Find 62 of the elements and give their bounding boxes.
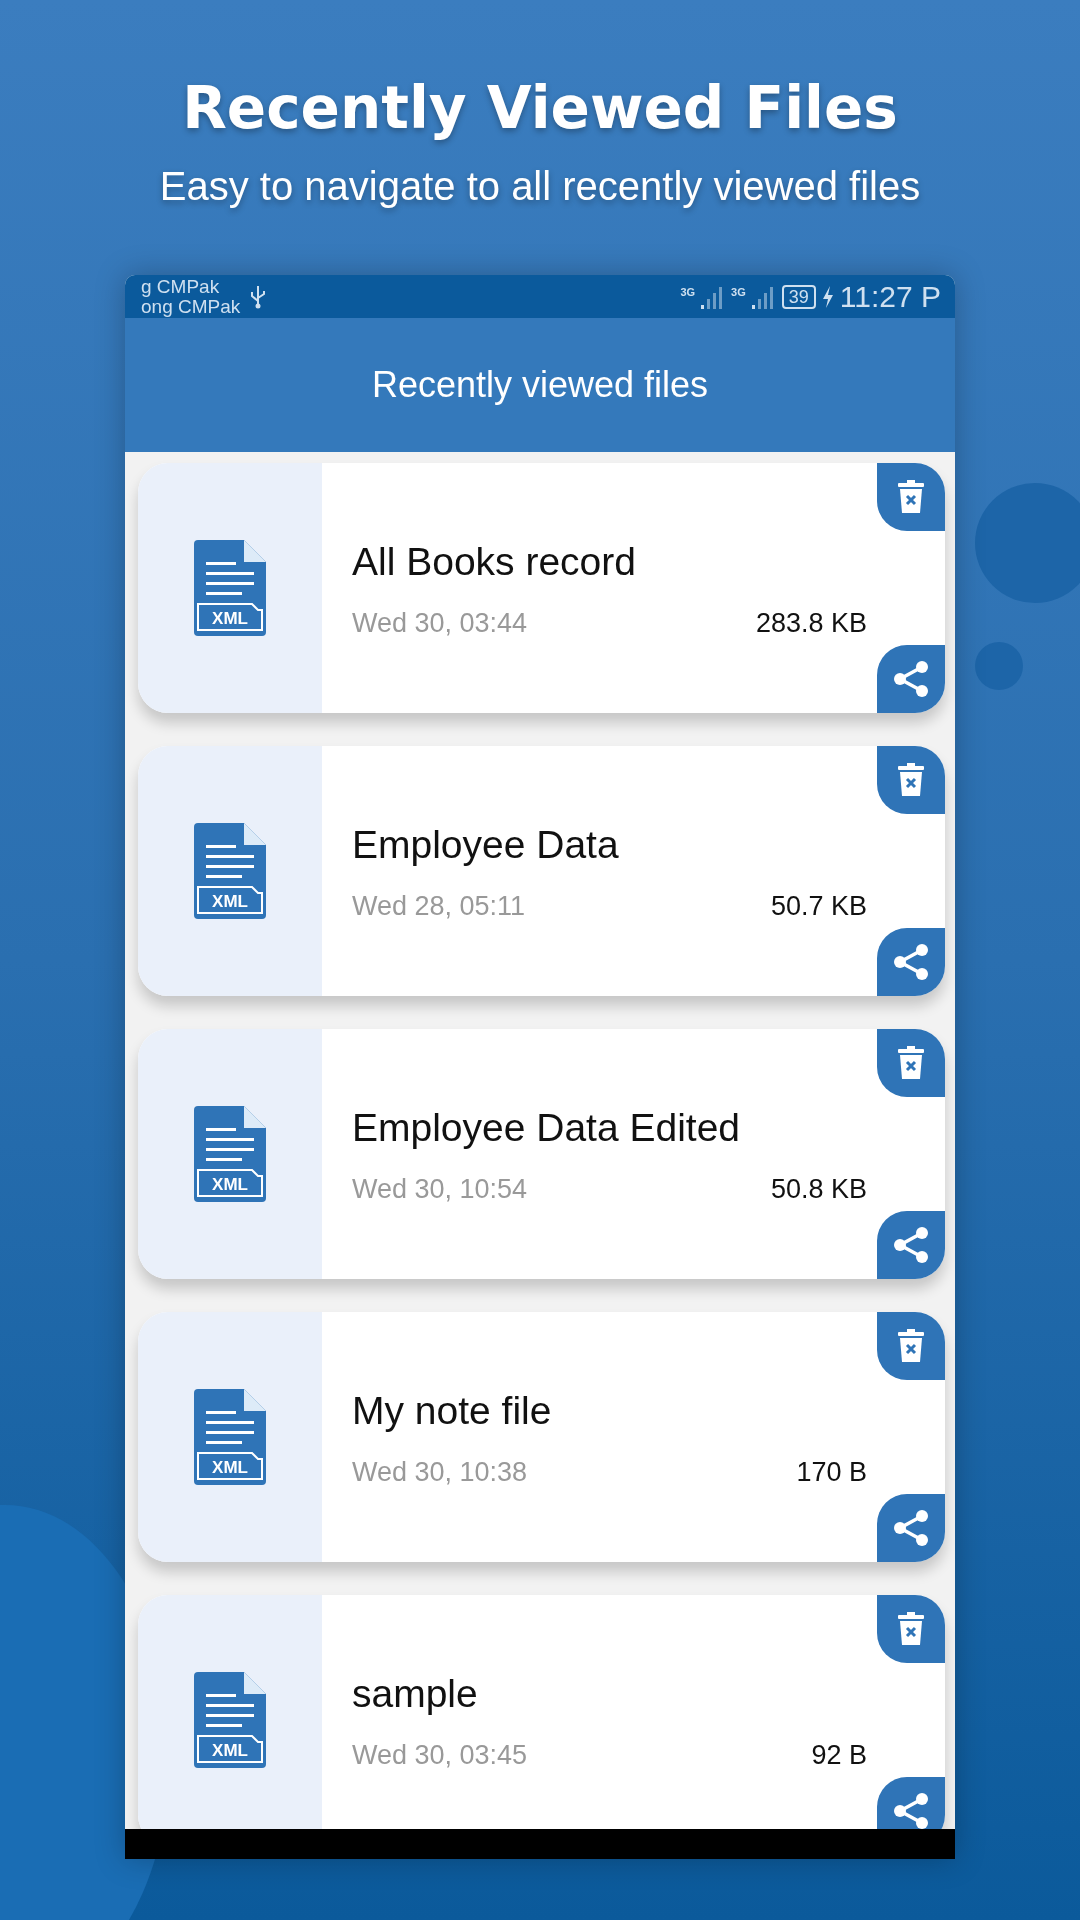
file-card[interactable]: XML All Books record Wed 30, 03:44 283.8 KB [138,463,945,713]
trash-icon [898,1612,924,1646]
file-name: All Books record [352,538,637,585]
charging-icon [821,284,834,309]
file-card[interactable]: XML sample Wed 30, 03:45 92 B [138,1595,945,1829]
document-icon [192,1387,268,1487]
file-card[interactable]: XML My note file Wed 30, 10:38 170 B [138,1312,945,1562]
delete-button[interactable] [877,1029,945,1097]
file-name: Employee Data [352,821,620,868]
file-size: 170 B [796,1456,867,1488]
promo-subtitle: Easy to navigate to all recently viewed files [159,163,921,210]
delete-button[interactable] [877,746,945,814]
file-type-label: XML [211,1457,249,1479]
trash-icon [898,1329,924,1363]
clock: 11:27 P [839,279,941,314]
file-type-label: XML [211,891,249,913]
share-button[interactable] [877,928,945,996]
share-button[interactable] [877,1494,945,1562]
file-size: 283.8 KB [755,607,867,639]
share-button[interactable] [877,1211,945,1279]
delete-button[interactable] [877,463,945,531]
file-date: Wed 30, 03:45 [352,1739,528,1771]
network-type: 3G [680,285,696,298]
share-icon [892,1226,930,1264]
file-type-label: XML [211,608,249,630]
share-button[interactable] [877,1777,945,1829]
file-card[interactable]: XML Employee Data Wed 28, 05:11 50.7 KB [138,746,945,996]
file-name: sample [352,1670,479,1717]
delete-button[interactable] [877,1312,945,1380]
network-type: 3G [731,285,746,298]
trash-icon [898,480,924,514]
carrier-name: g CMPak [141,276,221,297]
share-icon [892,1792,930,1829]
delete-button[interactable] [877,1595,945,1663]
share-button[interactable] [877,645,945,713]
share-icon [892,660,930,698]
share-icon [892,943,930,981]
file-date: Wed 30, 10:38 [352,1456,528,1488]
app-bar-title: Recently viewed files [371,364,709,406]
trash-icon [898,1046,924,1080]
file-date: Wed 30, 10:54 [352,1173,528,1205]
share-icon [892,1509,930,1547]
file-date: Wed 28, 05:11 [352,890,526,922]
document-icon [192,1104,268,1204]
file-size: 92 B [811,1739,867,1771]
carrier-name: ong CMPak [141,296,241,317]
document-icon [192,821,268,921]
battery-level: 39 [781,284,816,309]
usb-icon [250,284,267,309]
trash-icon [898,763,924,797]
signal-icon [751,284,776,309]
file-name: My note file [352,1387,553,1434]
file-type-label: XML [211,1740,249,1762]
document-icon [192,1670,268,1770]
file-size: 50.8 KB [770,1173,867,1205]
promo-headline: Recently Viewed Files [182,73,898,144]
file-size: 50.7 KB [770,890,867,922]
file-card[interactable]: XML Employee Data Edited Wed 30, 10:54 50.8 KB [138,1029,945,1279]
file-date: Wed 30, 03:44 [352,607,528,639]
file-name: Employee Data Edited [352,1104,742,1151]
file-type-label: XML [211,1174,249,1196]
document-icon [192,538,268,638]
